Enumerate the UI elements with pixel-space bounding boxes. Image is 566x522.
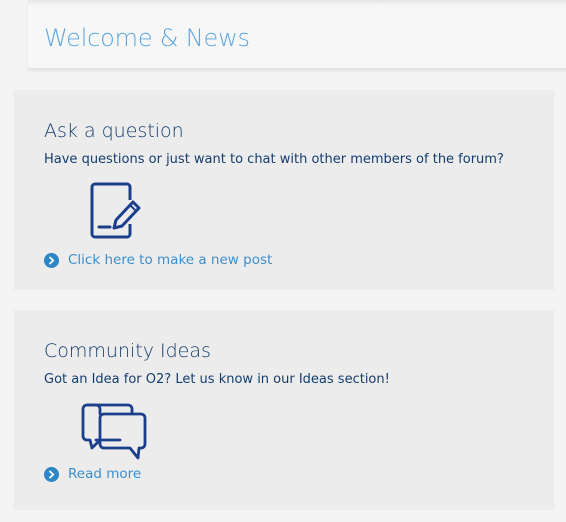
page-title: Welcome & News [44,24,250,52]
community-ideas-panel: Community Ideas Got an Idea for O2? Let … [14,310,554,510]
read-more-link[interactable]: Read more [44,466,141,482]
new-post-icon [86,180,146,248]
chevron-right-icon [44,252,59,268]
welcome-news-header: Welcome & News [28,0,566,69]
ask-question-description: Have questions or just want to chat with… [44,152,504,167]
new-post-link[interactable]: Click here to make a new post [44,252,272,268]
chevron-right-icon [44,466,59,482]
community-ideas-description: Got an Idea for O2? Let us know in our I… [44,372,390,387]
ask-question-title: Ask a question [44,120,184,142]
ask-question-panel: Ask a question Have questions or just wa… [14,90,554,290]
new-post-link-text: Click here to make a new post [68,252,273,268]
read-more-link-text: Read more [68,466,142,482]
chat-bubbles-icon [80,400,156,468]
community-ideas-title: Community Ideas [44,340,211,362]
